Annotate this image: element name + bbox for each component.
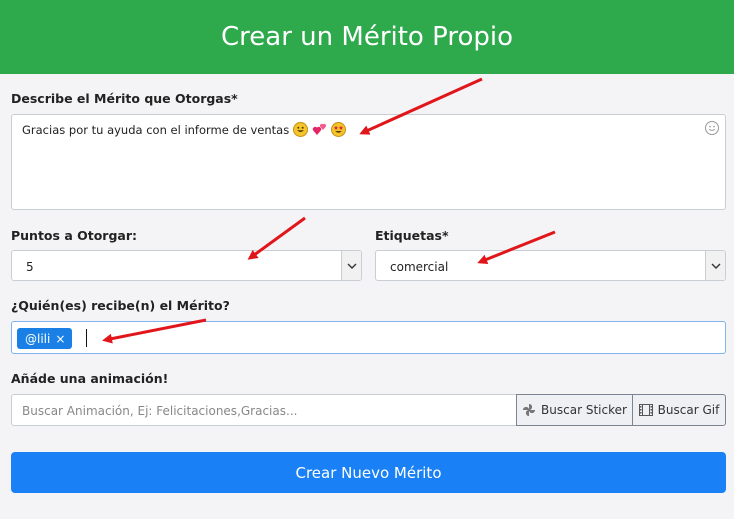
chevron-down-icon[interactable] xyxy=(341,251,361,280)
animation-search-input[interactable]: Buscar Animación, Ej: Felicitaciones,Gra… xyxy=(11,394,518,426)
animation-label: Añáde una animación! xyxy=(11,371,169,386)
create-merit-button[interactable]: Crear Nuevo Mérito xyxy=(11,452,726,493)
tags-label: Etiquetas* xyxy=(375,228,449,243)
search-sticker-label: Buscar Sticker xyxy=(541,403,627,417)
points-value: 5 xyxy=(26,260,34,274)
star-struck-emoji xyxy=(331,122,347,137)
tags-value: comercial xyxy=(390,260,449,274)
emoji-picker-icon[interactable] xyxy=(705,121,719,135)
tags-select[interactable]: comercial xyxy=(375,250,726,281)
chevron-down-icon[interactable] xyxy=(705,251,725,280)
description-text: Gracias por tu ayuda con el informe de v… xyxy=(22,122,290,137)
pinwheel-icon xyxy=(523,404,536,416)
recipients-input[interactable]: @lili × xyxy=(11,321,726,354)
grinning-face-emoji xyxy=(293,122,309,137)
points-label: Puntos a Otorgar: xyxy=(11,228,138,243)
text-caret xyxy=(86,329,87,347)
page-header: Crear un Mérito Propio xyxy=(0,0,734,74)
film-icon xyxy=(638,404,653,416)
search-gif-label: Buscar Gif xyxy=(657,403,720,417)
recipient-chip-label: @lili xyxy=(25,331,51,346)
two-hearts-emoji xyxy=(312,122,327,137)
search-sticker-button[interactable]: Buscar Sticker xyxy=(516,394,633,426)
description-label: Describe el Mérito que Otorgas* xyxy=(11,91,238,106)
animation-search-placeholder: Buscar Animación, Ej: Felicitaciones,Gra… xyxy=(22,404,298,418)
search-gif-button[interactable]: Buscar Gif xyxy=(632,394,726,426)
recipients-label: ¿Quién(es) recibe(n) el Mérito? xyxy=(11,298,230,313)
recipient-chip: @lili × xyxy=(17,328,73,349)
description-textarea[interactable]: Gracias por tu ayuda con el informe de v… xyxy=(11,114,726,210)
chip-remove-icon[interactable]: × xyxy=(55,332,65,346)
page-title: Crear un Mérito Propio xyxy=(221,22,513,52)
points-select[interactable]: 5 xyxy=(11,250,362,281)
create-merit-label: Crear Nuevo Mérito xyxy=(295,463,442,482)
